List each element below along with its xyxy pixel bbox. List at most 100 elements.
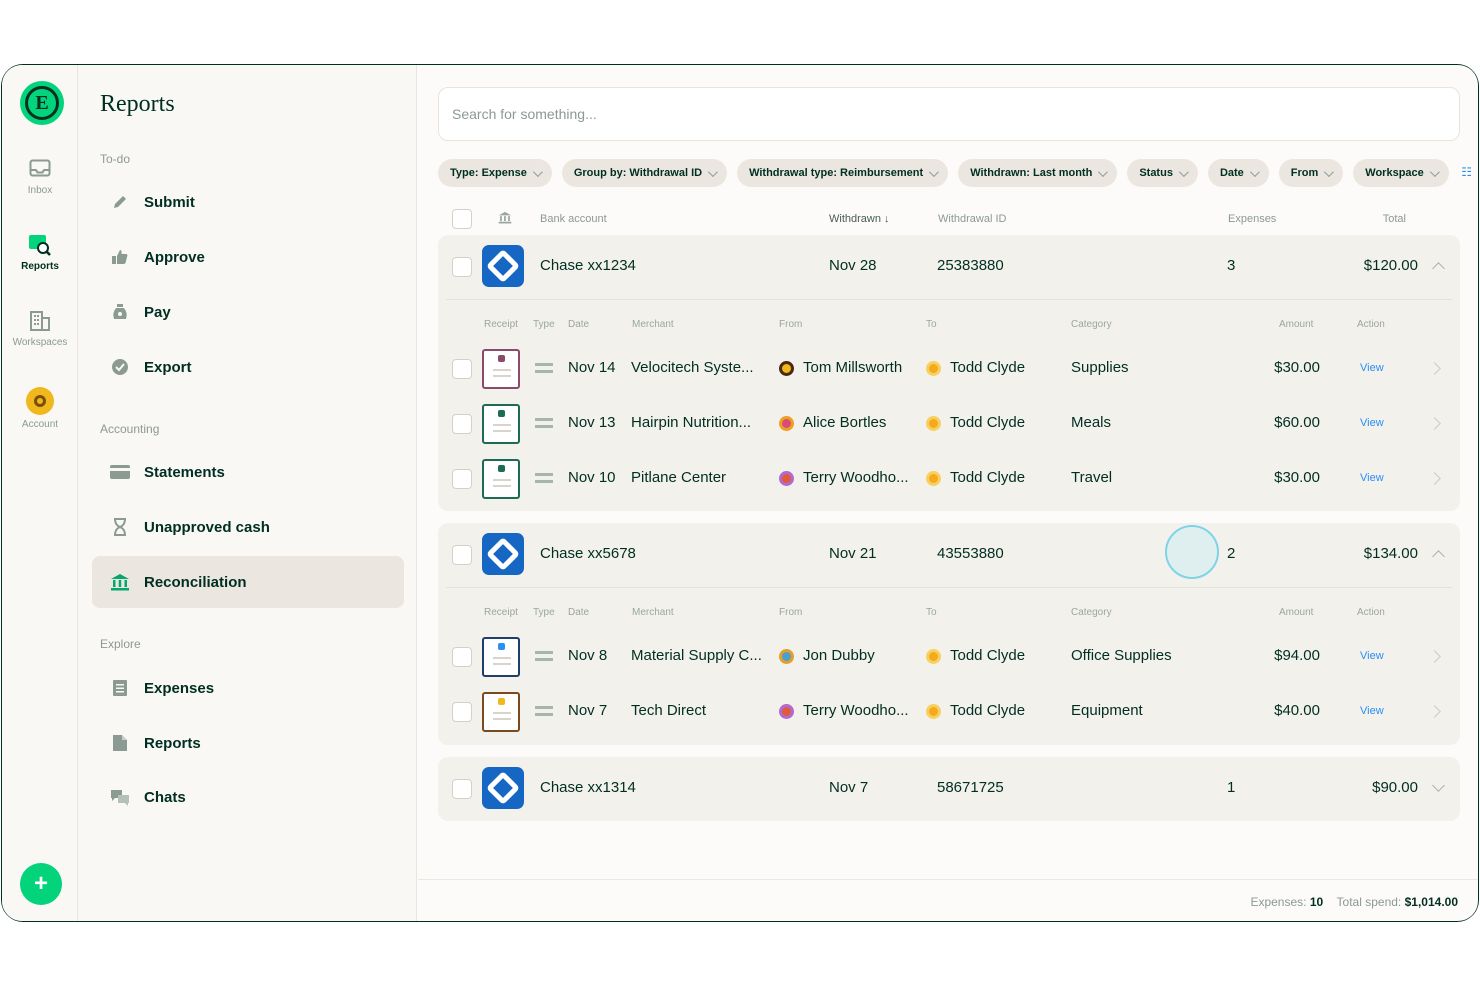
search-input[interactable]: Search for something...: [438, 87, 1460, 141]
nav-item-export[interactable]: Export: [92, 341, 404, 393]
nav-item-submit[interactable]: Submit: [92, 176, 404, 228]
nav-item-unapproved-cash[interactable]: Unapproved cash: [92, 501, 404, 553]
create-fab-button[interactable]: +: [20, 863, 62, 905]
withdrawal-group: Chase xx1314 Nov 7 58671725 1 $90.00: [438, 757, 1460, 821]
nav-item-pay[interactable]: Pay: [92, 286, 404, 338]
expense-checkbox[interactable]: [452, 647, 472, 667]
expense-merchant: Pitlane Center: [631, 469, 727, 486]
expense-amount: $94.00: [1274, 647, 1320, 664]
filter-withdrawn[interactable]: Withdrawn: Last month: [958, 159, 1118, 187]
expense-to: Todd Clyde: [950, 359, 1026, 376]
expense-row[interactable]: Nov 7 Tech Direct Terry Woodho... Todd C…: [438, 684, 1460, 739]
nav-item-label: Chats: [144, 788, 186, 806]
receipt-icon: [110, 678, 130, 698]
view-button[interactable]: View: [1360, 705, 1384, 717]
filter-type[interactable]: Type: Expense: [438, 159, 552, 187]
withdrawal-group-row[interactable]: Chase xx1314 Nov 7 58671725 1 $90.00: [438, 757, 1460, 821]
receipt-thumbnail[interactable]: [482, 404, 520, 444]
rail-account[interactable]: Account: [2, 387, 78, 430]
check-circle-icon: [110, 357, 130, 377]
header-bank-account[interactable]: Bank account: [540, 213, 607, 225]
group-withdrawn: Nov 7: [829, 779, 869, 796]
receipt-thumbnail[interactable]: [482, 349, 520, 389]
receipt-thumbnail[interactable]: [482, 637, 520, 677]
nav-item-expenses[interactable]: Expenses: [92, 662, 404, 714]
rail-inbox[interactable]: Inbox: [2, 157, 78, 196]
expense-subheader: Receipt Type Date Merchant From To Categ…: [438, 319, 1460, 339]
filter-workspace[interactable]: Workspace: [1353, 159, 1449, 187]
expense-row[interactable]: Nov 10 Pitlane Center Terry Woodho... To…: [438, 451, 1460, 506]
nav-section-accounting: Accounting: [100, 422, 160, 436]
chevron-right-icon[interactable]: [1428, 650, 1441, 663]
expand-chevron-icon[interactable]: [1432, 779, 1445, 792]
subheader-category: Category: [1071, 319, 1112, 330]
filter-withdrawal-type[interactable]: Withdrawal type: Reimbursement: [737, 159, 949, 187]
group-expenses-count: 2: [1227, 545, 1236, 562]
select-all-checkbox[interactable]: [452, 209, 472, 229]
subheader-category: Category: [1071, 607, 1112, 618]
nav-item-statements[interactable]: Statements: [92, 446, 404, 498]
chevron-right-icon[interactable]: [1428, 362, 1441, 375]
group-checkbox[interactable]: [452, 779, 472, 799]
subheader-action: Action: [1357, 319, 1385, 330]
expense-from: Terry Woodho...: [803, 702, 909, 719]
expense-row[interactable]: Nov 8 Material Supply C... Jon Dubby Tod…: [438, 629, 1460, 684]
chevron-right-icon[interactable]: [1428, 472, 1441, 485]
filter-from[interactable]: From: [1278, 159, 1344, 187]
chevron-down-icon: [1324, 166, 1335, 177]
withdrawal-group-row[interactable]: Chase xx5678 Nov 21 43553880 2 $134.00: [438, 523, 1460, 587]
expense-date: Nov 7: [568, 702, 608, 719]
card-type-icon: [535, 473, 553, 483]
expensify-logo[interactable]: E: [20, 81, 64, 125]
nav-item-chats[interactable]: Chats: [92, 771, 404, 823]
to-avatar: [926, 704, 941, 719]
view-button[interactable]: View: [1360, 417, 1384, 429]
expense-checkbox[interactable]: [452, 359, 472, 379]
nav-item-reports[interactable]: Reports: [92, 717, 404, 769]
rail-reports[interactable]: Reports: [2, 233, 78, 272]
pencil-icon: [110, 192, 130, 212]
columns-icon[interactable]: ☷: [1461, 165, 1472, 179]
money-bag-icon: [110, 302, 130, 322]
nav-item-label: Submit: [144, 193, 195, 211]
filter-group-by[interactable]: Group by: Withdrawal ID: [561, 159, 728, 187]
withdrawal-group-row[interactable]: Chase xx1234 Nov 28 25383880 3 $120.00: [438, 235, 1460, 299]
expense-checkbox[interactable]: [452, 414, 472, 434]
receipt-thumbnail[interactable]: [482, 459, 520, 499]
rail-workspaces[interactable]: Workspaces: [2, 309, 78, 348]
group-checkbox[interactable]: [452, 257, 472, 277]
expense-row[interactable]: Nov 13 Hairpin Nutrition... Alice Bortle…: [438, 396, 1460, 451]
view-button[interactable]: View: [1360, 650, 1384, 662]
nav-section-explore: Explore: [100, 637, 141, 651]
header-total[interactable]: Total: [1383, 213, 1406, 225]
expense-to: Todd Clyde: [950, 469, 1026, 486]
collapse-chevron-icon[interactable]: [1432, 550, 1445, 563]
expense-checkbox[interactable]: [452, 469, 472, 489]
group-total: $134.00: [1363, 545, 1418, 562]
chevron-right-icon[interactable]: [1428, 417, 1441, 430]
search-placeholder: Search for something...: [452, 106, 597, 122]
filter-status[interactable]: Status: [1127, 159, 1198, 187]
from-avatar: [779, 471, 794, 486]
receipt-thumbnail[interactable]: [482, 692, 520, 732]
view-button[interactable]: View: [1360, 362, 1384, 374]
expense-subheader: Receipt Type Date Merchant From To Categ…: [438, 607, 1460, 627]
header-expenses[interactable]: Expenses: [1228, 213, 1276, 225]
expense-row[interactable]: Nov 14 Velocitech Syste... Tom Millswort…: [438, 341, 1460, 396]
expense-from: Alice Bortles: [803, 414, 887, 431]
chevron-right-icon[interactable]: [1428, 705, 1441, 718]
header-withdrawn[interactable]: Withdrawn ↓: [829, 213, 890, 225]
nav-item-reconciliation[interactable]: Reconciliation: [92, 556, 404, 608]
chevron-down-icon: [1249, 166, 1260, 177]
subheader-amount: Amount: [1279, 607, 1314, 618]
expense-checkbox[interactable]: [452, 702, 472, 722]
filter-date[interactable]: Date: [1207, 159, 1269, 187]
view-button[interactable]: View: [1360, 472, 1384, 484]
group-withdrawn: Nov 21: [829, 545, 877, 562]
nav-item-approve[interactable]: Approve: [92, 231, 404, 283]
collapse-chevron-icon[interactable]: [1432, 262, 1445, 275]
group-checkbox[interactable]: [452, 545, 472, 565]
footer-expenses-value: 10: [1309, 895, 1324, 909]
nav-item-label: Pay: [144, 303, 171, 321]
header-withdrawal-id[interactable]: Withdrawal ID: [938, 213, 1006, 225]
